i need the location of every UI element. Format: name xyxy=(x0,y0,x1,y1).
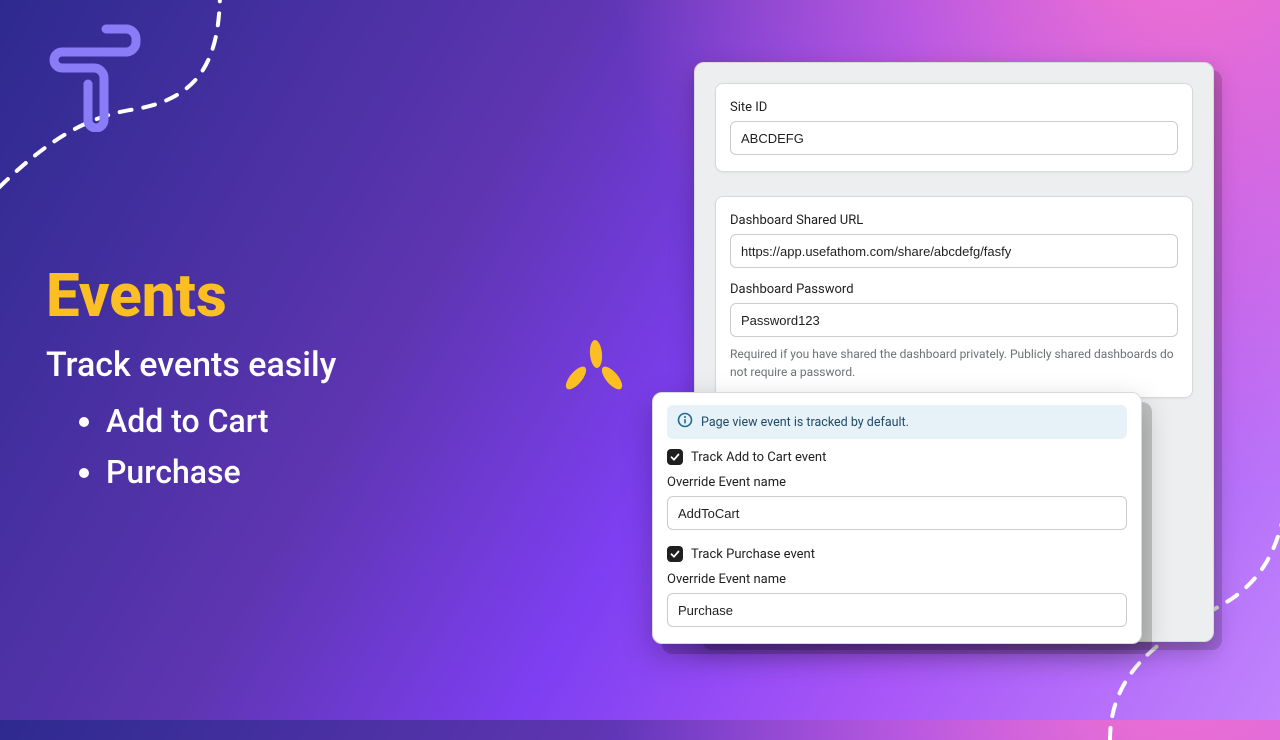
events-panel-front: Page view event is tracked by default. T… xyxy=(652,392,1142,644)
site-id-label: Site ID xyxy=(730,100,1178,115)
info-banner-text: Page view event is tracked by default. xyxy=(701,415,909,430)
purchase-override-input[interactable] xyxy=(667,593,1127,627)
decorative-dashed-top-left xyxy=(0,0,310,250)
track-add-to-cart-row: Track Add to Cart event xyxy=(667,449,1127,465)
track-add-to-cart-label: Track Add to Cart event xyxy=(691,450,826,465)
hero-subtitle: Track events easily xyxy=(46,345,336,385)
dashboard-card: Dashboard Shared URL Dashboard Password … xyxy=(715,196,1193,398)
track-add-to-cart-checkbox[interactable] xyxy=(667,449,683,465)
track-purchase-checkbox[interactable] xyxy=(667,546,683,562)
add-to-cart-override-input[interactable] xyxy=(667,496,1127,530)
dashboard-url-label: Dashboard Shared URL xyxy=(730,213,1178,228)
info-banner: Page view event is tracked by default. xyxy=(667,405,1127,439)
dashboard-password-input[interactable] xyxy=(730,303,1178,337)
info-icon xyxy=(677,412,693,432)
hero-bullet-item: Purchase xyxy=(106,450,336,495)
hero-bullet-list: Add to Cart Purchase xyxy=(46,399,336,495)
site-id-input[interactable] xyxy=(730,121,1178,155)
site-id-card: Site ID xyxy=(715,83,1193,172)
app-logo xyxy=(48,22,144,136)
hero-title: Events xyxy=(46,260,336,331)
dashboard-password-helper: Required if you have shared the dashboar… xyxy=(730,345,1178,381)
dashboard-url-input[interactable] xyxy=(730,234,1178,268)
purchase-override-label: Override Event name xyxy=(667,572,1127,587)
add-to-cart-override-label: Override Event name xyxy=(667,475,1127,490)
track-purchase-row: Track Purchase event xyxy=(667,546,1127,562)
burst-accent xyxy=(558,334,638,414)
track-purchase-label: Track Purchase event xyxy=(691,547,815,562)
hero-bullet-item: Add to Cart xyxy=(106,399,336,444)
dashboard-password-label: Dashboard Password xyxy=(730,282,1178,297)
hero-section: Events Track events easily Add to Cart P… xyxy=(46,260,336,495)
